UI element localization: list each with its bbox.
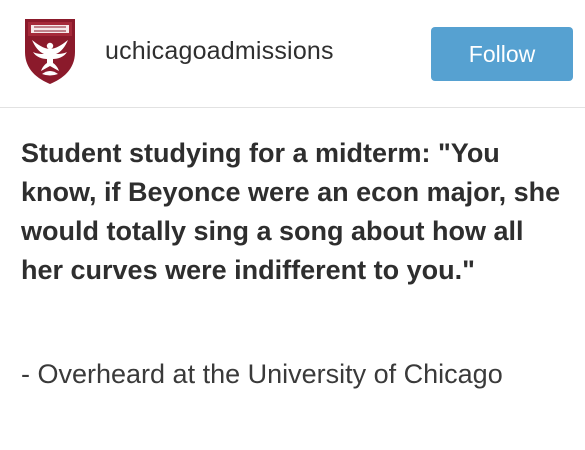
username-link[interactable]: uchicagoadmissions <box>105 36 334 66</box>
post-text: Student studying for a midterm: "You kno… <box>21 138 561 285</box>
post-attribution: - Overheard at the University of Chicago <box>21 359 503 389</box>
university-shield-avatar-icon[interactable] <box>22 16 78 86</box>
post-header: uchicagoadmissions Follow <box>0 0 585 108</box>
follow-button[interactable]: Follow <box>431 27 573 81</box>
